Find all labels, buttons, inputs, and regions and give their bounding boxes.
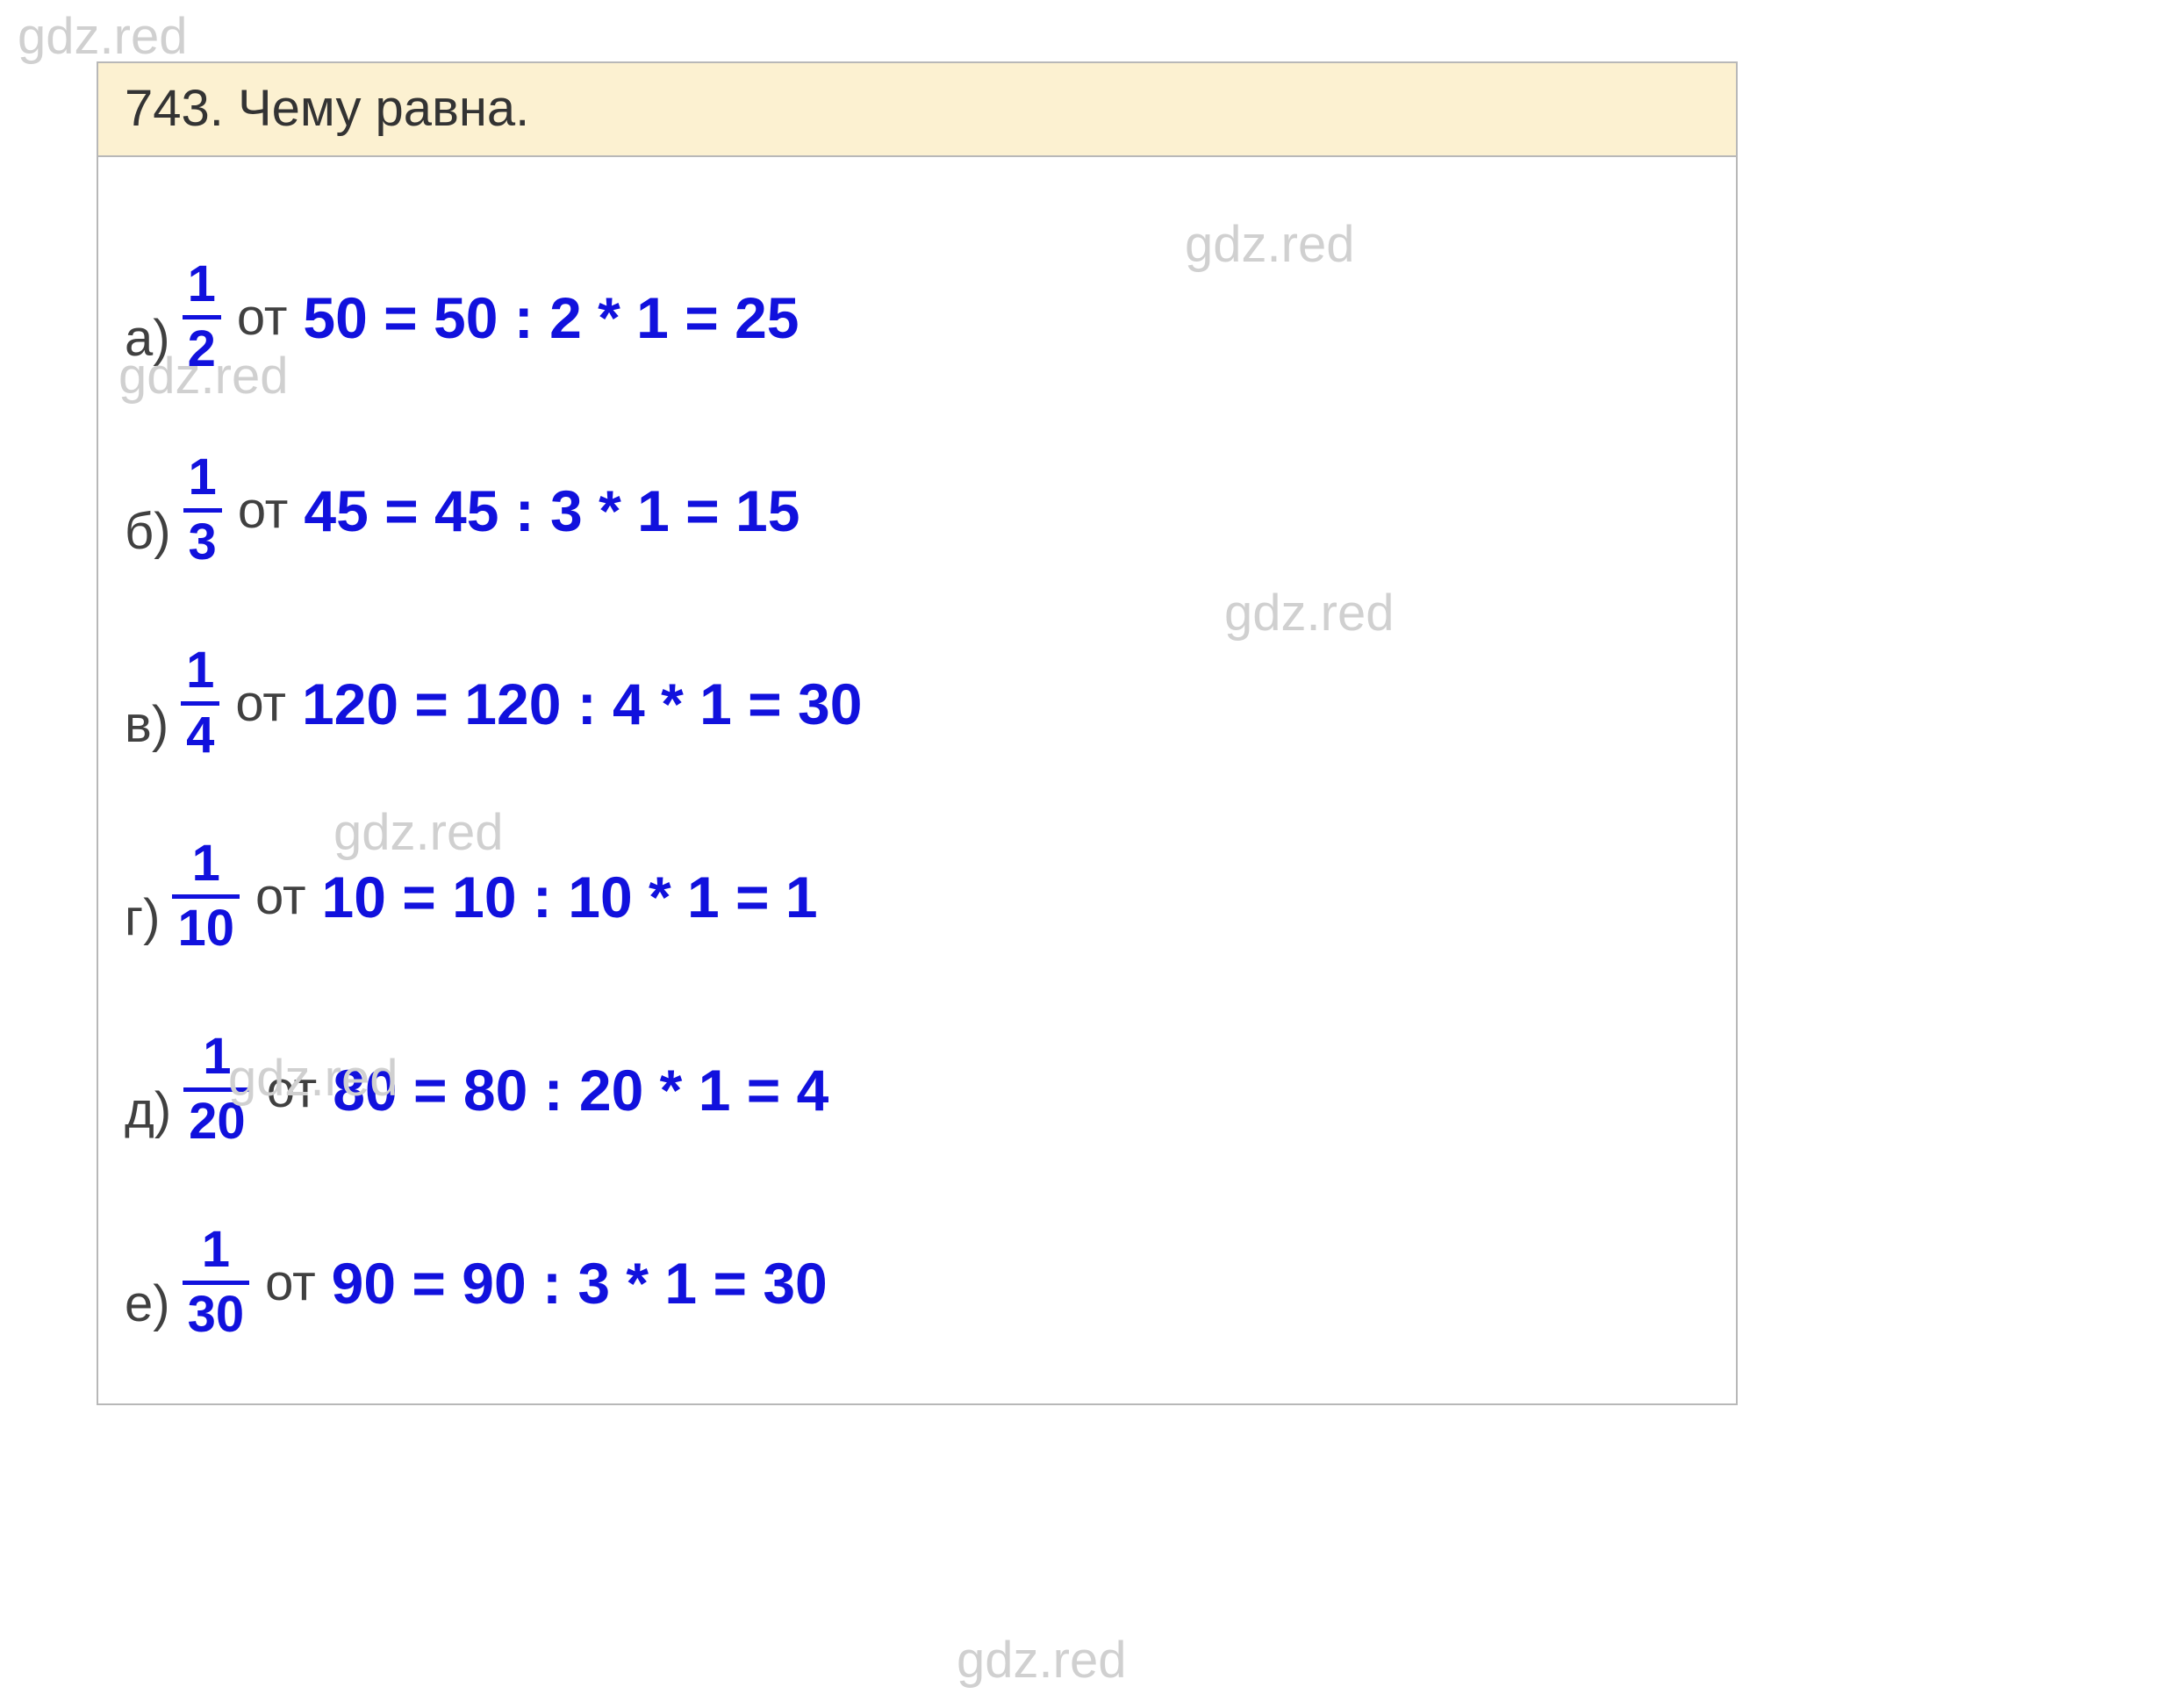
formula-b: 1 3 от 45 = 45 : 3 * 1 = 15: [176, 451, 800, 570]
fraction-a: 1 2: [183, 258, 221, 377]
fraction-e-num: 1: [197, 1224, 235, 1281]
formula-a: 1 2 от 50 = 50 : 2 * 1 = 25: [176, 258, 800, 377]
solution-row-g: г) 1 10 от 10 = 10 : 10 * 1 = 1: [125, 771, 1710, 956]
fraction-b-num: 1: [183, 451, 222, 508]
problem-body: а) 1 2 от 50 = 50 : 2 * 1 = 25 б) 1: [98, 157, 1736, 1403]
fraction-b-den: 3: [183, 513, 222, 570]
fraction-a-num: 1: [183, 258, 221, 315]
expression-b: 45 = 45 : 3 * 1 = 15: [304, 477, 800, 544]
problem-header: 743. Чему равна.: [98, 63, 1736, 157]
ot-text-a: от: [237, 288, 288, 347]
solution-row-a: а) 1 2 от 50 = 50 : 2 * 1 = 25: [125, 192, 1710, 377]
expression-v: 120 = 120 : 4 * 1 = 30: [302, 671, 863, 737]
fraction-d: 1 20: [183, 1030, 251, 1149]
ot-text-g: от: [255, 867, 306, 926]
fraction-g-den: 10: [172, 899, 240, 956]
solution-row-e: е) 1 30 от 90 = 90 : 3 * 1 = 30: [125, 1158, 1710, 1342]
solution-row-v: в) 1 4 от 120 = 120 : 4 * 1 = 30: [125, 578, 1710, 763]
fraction-b: 1 3: [183, 451, 222, 570]
row-label-g: г): [125, 888, 160, 947]
page: gdz.red 743. Чему равна. а) 1 2 от 50 = …: [0, 0, 2180, 1708]
expression-e: 90 = 90 : 3 * 1 = 30: [332, 1250, 828, 1317]
fraction-d-num: 1: [197, 1030, 236, 1087]
fraction-g-num: 1: [187, 837, 226, 894]
watermark-bottom: gdz.red: [957, 1631, 1126, 1690]
fraction-v: 1 4: [181, 644, 219, 763]
solution-row-b: б) 1 3 от 45 = 45 : 3 * 1 = 15: [125, 385, 1710, 570]
formula-g: 1 10 от 10 = 10 : 10 * 1 = 1: [165, 837, 817, 956]
fraction-v-den: 4: [181, 706, 219, 763]
row-label-e: е): [125, 1274, 170, 1333]
expression-a: 50 = 50 : 2 * 1 = 25: [303, 284, 799, 351]
problem-title: 743. Чему равна.: [125, 80, 529, 137]
ot-text-e: от: [265, 1253, 316, 1312]
fraction-v-num: 1: [181, 644, 219, 701]
ot-text-v: от: [235, 674, 286, 733]
ot-text-b: от: [238, 481, 289, 540]
formula-e: 1 30 от 90 = 90 : 3 * 1 = 30: [176, 1224, 828, 1342]
formula-v: 1 4 от 120 = 120 : 4 * 1 = 30: [174, 644, 862, 763]
expression-g: 10 = 10 : 10 * 1 = 1: [322, 864, 818, 930]
row-label-a: а): [125, 309, 170, 368]
row-label-b: б): [125, 502, 171, 561]
fraction-e-den: 30: [183, 1285, 250, 1342]
watermark-top-left: gdz.red: [18, 7, 187, 66]
fraction-a-den: 2: [183, 319, 221, 377]
formula-d: 1 20 от 80 = 80 : 20 * 1 = 4: [176, 1030, 828, 1149]
expression-d: 80 = 80 : 20 * 1 = 4: [333, 1057, 828, 1123]
fraction-d-den: 20: [183, 1092, 251, 1149]
row-label-d: д): [125, 1081, 171, 1140]
ot-text-d: от: [267, 1060, 318, 1119]
problem-box: 743. Чему равна. а) 1 2 от 50 = 50 : 2 *…: [97, 61, 1738, 1405]
fraction-g: 1 10: [172, 837, 240, 956]
solution-row-d: д) 1 20 от 80 = 80 : 20 * 1 = 4: [125, 965, 1710, 1149]
fraction-e: 1 30: [183, 1224, 250, 1342]
row-label-v: в): [125, 695, 169, 754]
